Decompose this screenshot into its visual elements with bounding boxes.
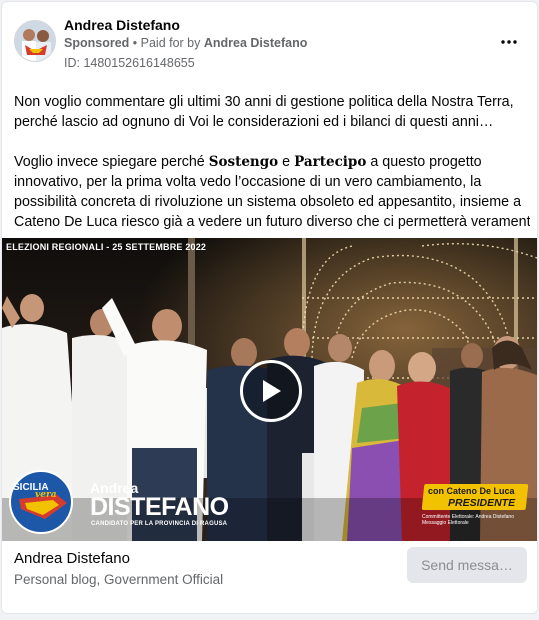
- logo-script: vera: [35, 490, 57, 500]
- candidate-last-name: DISTEFANO: [90, 493, 229, 521]
- sponsored-meta: Sponsored • Paid for by Andrea Distefano: [64, 36, 307, 50]
- body-line: Non voglio commentare gli ultimi 30 anni…: [14, 94, 514, 110]
- footer-page-name[interactable]: Andrea Distefano: [14, 550, 130, 567]
- send-message-button[interactable]: Send messa…: [407, 547, 527, 583]
- banner-line-2: PRESIDENTE: [448, 497, 516, 509]
- body-bold-word: Partecipo: [294, 154, 367, 170]
- more-horizontal-icon: [501, 40, 517, 44]
- body-line: perché lascio ad ognuno di Voi le consid…: [14, 114, 494, 130]
- paid-for-name: Andrea Distefano: [203, 36, 308, 50]
- play-icon: [263, 380, 281, 402]
- ad-card: Andrea Distefano Sponsored • Paid for by…: [1, 1, 538, 614]
- page-name[interactable]: Andrea Distefano: [64, 17, 180, 33]
- meta-separator: •: [129, 36, 141, 50]
- page-avatar[interactable]: [14, 20, 56, 62]
- body-fragment: Voglio invece spiegare perché: [14, 154, 209, 170]
- footer-page-category: Personal blog, Government Official: [14, 572, 224, 587]
- committee-notice: Committente Elettorale: Andrea Distefano…: [422, 514, 514, 526]
- body-bold-word: Sostengo: [208, 154, 279, 170]
- body-fragment: e: [278, 154, 295, 170]
- body-line: innovativo, per la prima volta vedo l’oc…: [14, 174, 482, 190]
- body-line: possibilità concreta di rivoluzione un s…: [14, 194, 522, 210]
- paid-for-prefix: Paid for by: [140, 36, 204, 50]
- sponsored-label: Sponsored: [64, 36, 130, 50]
- candidate-role: CANDIDATO PER LA PROVINCIA DI RAGUSA: [91, 521, 228, 527]
- more-options-button[interactable]: [495, 30, 523, 54]
- sicilia-vera-logo: SICILIA vera: [9, 470, 73, 534]
- body-line: Voglio invece spiegare perché Sostengo e…: [14, 152, 530, 172]
- body-fragment: a questo progetto: [366, 154, 482, 170]
- banner-line-1: con Cateno De Luca: [428, 486, 515, 496]
- ad-id: ID: 1480152616148655: [64, 56, 195, 70]
- play-button[interactable]: [240, 360, 302, 422]
- ad-footer: Andrea Distefano Personal blog, Governme…: [2, 541, 537, 613]
- body-line: Cateno De Luca riesco già a vedere un fu…: [14, 214, 530, 230]
- ad-video[interactable]: LUCA amb utto: [2, 238, 537, 541]
- post-header: Andrea Distefano Sponsored • Paid for by…: [2, 2, 537, 82]
- video-caption: ELEZIONI REGIONALI - 25 SETTEMBRE 2022: [6, 242, 207, 252]
- post-body: Non voglio commentare gli ultimi 30 anni…: [14, 92, 530, 232]
